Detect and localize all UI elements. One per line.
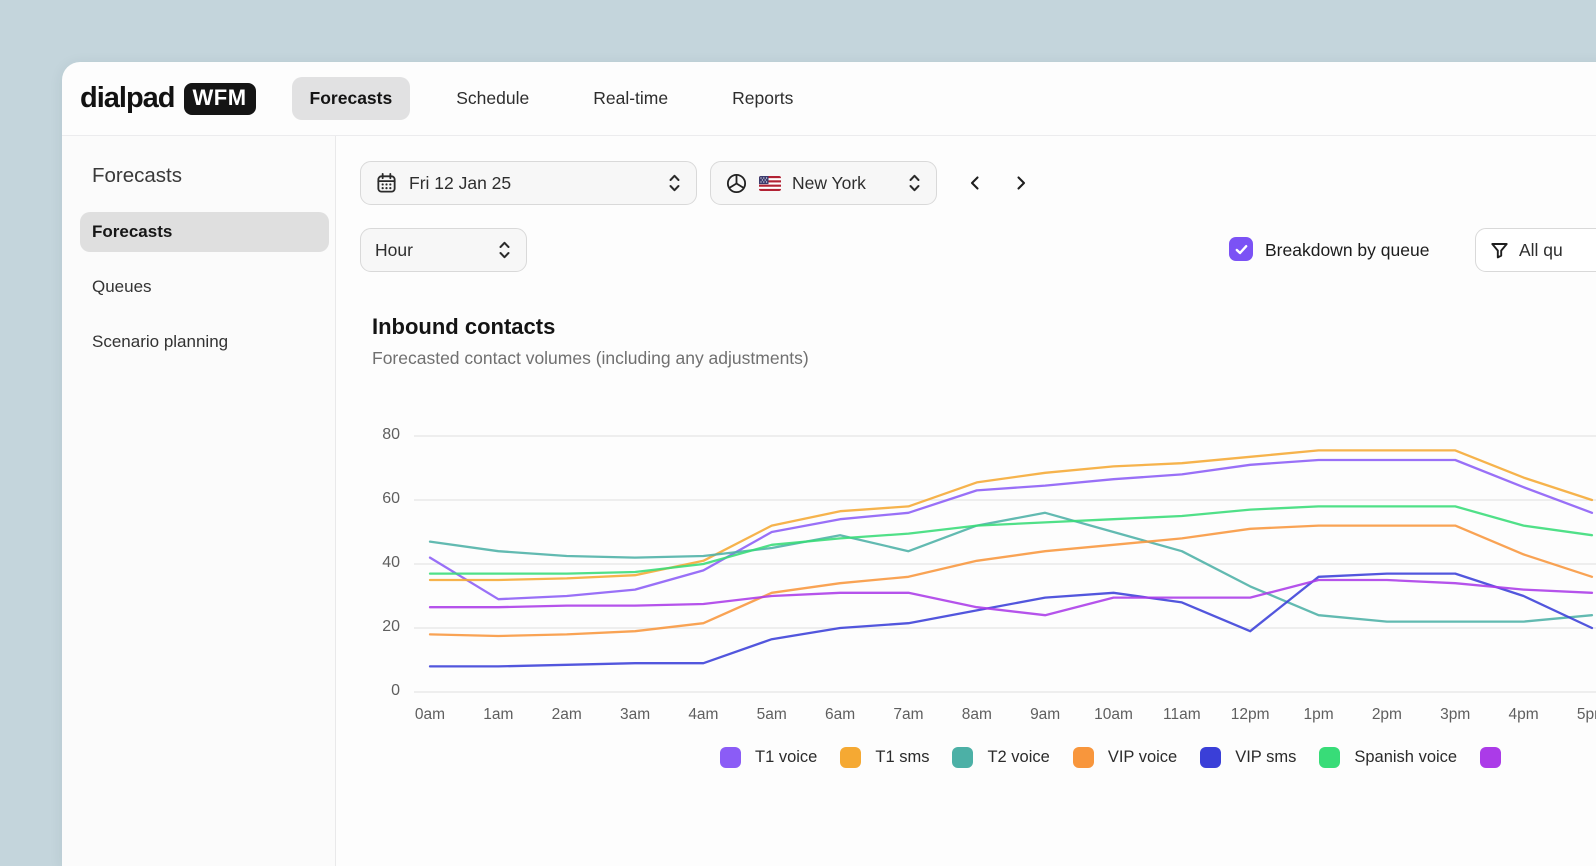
sidebar-item-queues[interactable]: Queues xyxy=(92,267,317,307)
x-tick-label: 3pm xyxy=(1423,706,1487,724)
legend-label: T1 sms xyxy=(875,748,929,767)
legend-swatch xyxy=(840,747,861,768)
main-content: Fri 12 Jan 25 xyxy=(336,136,1596,866)
nav-tab-schedule[interactable]: Schedule xyxy=(438,77,547,120)
x-tick-label: 2pm xyxy=(1355,706,1419,724)
x-tick-label: 12pm xyxy=(1218,706,1282,724)
legend-label: T2 voice xyxy=(987,748,1049,767)
legend-swatch xyxy=(720,747,741,768)
primary-nav: Forecasts Schedule Real-time Reports xyxy=(292,77,812,120)
nav-tab-reports[interactable]: Reports xyxy=(714,77,811,120)
y-tick-label: 60 xyxy=(356,490,400,508)
x-tick-label: 10am xyxy=(1082,706,1146,724)
legend-item: VIP voice xyxy=(1073,747,1177,768)
x-tick-label: 4am xyxy=(671,706,735,724)
x-tick-label: 1pm xyxy=(1287,706,1351,724)
series-line-t1-voice xyxy=(430,460,1592,599)
legend-label: T1 voice xyxy=(755,748,817,767)
inbound-contacts-line-chart xyxy=(336,136,1596,736)
series-line-vip-sms xyxy=(430,574,1592,667)
x-tick-label: 5am xyxy=(740,706,804,724)
chart-legend: T1 voice T1 sms T2 voice VIP voice VIP sms Sp… xyxy=(720,747,1501,768)
y-tick-label: 20 xyxy=(356,618,400,636)
desktop-background: { "header": { "logo": { "text": "dialpad… xyxy=(0,0,1596,842)
wfm-badge: WFM xyxy=(184,83,256,115)
legend-swatch xyxy=(1480,747,1501,768)
y-tick-label: 40 xyxy=(356,554,400,572)
x-tick-label: 1am xyxy=(466,706,530,724)
legend-item: Spanish voice xyxy=(1319,747,1457,768)
nav-tab-realtime[interactable]: Real-time xyxy=(575,77,686,120)
top-navigation-bar: dialpad WFM Forecasts Schedule Real-time… xyxy=(62,62,1596,136)
legend-label: VIP sms xyxy=(1235,748,1296,767)
legend-swatch xyxy=(1319,747,1340,768)
sidebar-item-scenario-planning[interactable]: Scenario planning xyxy=(92,322,317,362)
x-tick-label: 3am xyxy=(603,706,667,724)
dialpad-wfm-logo: dialpad WFM xyxy=(80,82,256,115)
legend-item: T2 voice xyxy=(952,747,1049,768)
app-window: dialpad WFM Forecasts Schedule Real-time… xyxy=(62,62,1596,866)
x-tick-label: 5pm xyxy=(1560,706,1596,724)
sidebar: Forecasts Forecasts Queues Scenario plan… xyxy=(62,136,336,866)
x-tick-label: 7am xyxy=(876,706,940,724)
legend-swatch xyxy=(1073,747,1094,768)
x-tick-label: 6am xyxy=(808,706,872,724)
logo-wordmark: dialpad xyxy=(80,82,175,115)
nav-tab-forecasts[interactable]: Forecasts xyxy=(292,77,411,120)
y-tick-label: 80 xyxy=(356,426,400,444)
legend-item: T1 sms xyxy=(840,747,929,768)
series-line-t1-sms xyxy=(430,450,1592,580)
x-tick-label: 9am xyxy=(1013,706,1077,724)
legend-swatch xyxy=(1200,747,1221,768)
x-tick-label: 2am xyxy=(535,706,599,724)
series-line-unnamed xyxy=(430,580,1592,615)
x-tick-label: 4pm xyxy=(1492,706,1556,724)
sidebar-heading: Forecasts xyxy=(92,164,317,188)
legend-item: T1 voice xyxy=(720,747,817,768)
legend-swatch xyxy=(952,747,973,768)
x-tick-label: 8am xyxy=(945,706,1009,724)
legend-item xyxy=(1480,747,1501,768)
legend-label: VIP voice xyxy=(1108,748,1177,767)
x-tick-label: 0am xyxy=(398,706,462,724)
legend-item: VIP sms xyxy=(1200,747,1296,768)
sidebar-item-forecasts[interactable]: Forecasts xyxy=(80,212,329,252)
legend-label: Spanish voice xyxy=(1354,748,1457,767)
x-tick-label: 11am xyxy=(1150,706,1214,724)
y-tick-label: 0 xyxy=(356,682,400,700)
